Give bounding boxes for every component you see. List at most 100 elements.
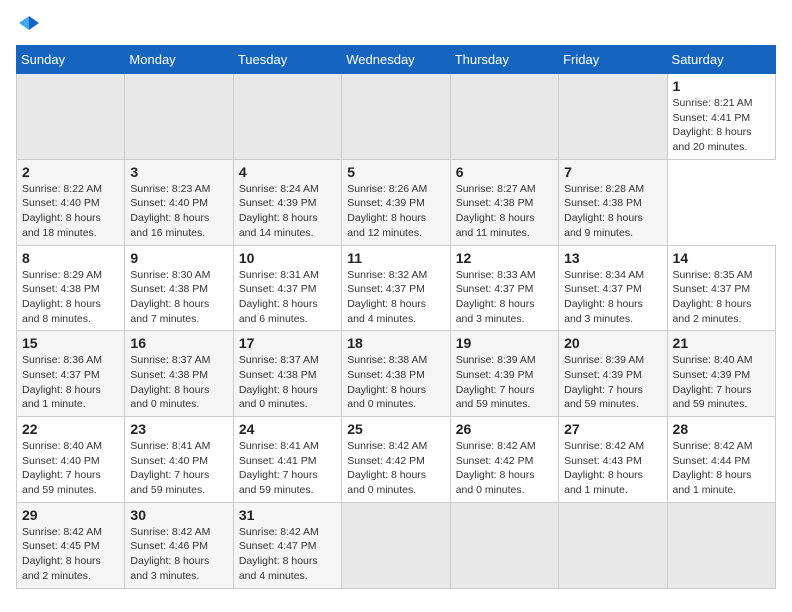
day-info: Sunrise: 8:38 AMSunset: 4:38 PMDaylight:… [347, 354, 427, 410]
day-info: Sunrise: 8:42 AMSunset: 4:46 PMDaylight:… [130, 526, 210, 582]
calendar-day: 6Sunrise: 8:27 AMSunset: 4:38 PMDaylight… [450, 159, 558, 245]
empty-cell [17, 74, 125, 160]
calendar-day: 17Sunrise: 8:37 AMSunset: 4:38 PMDayligh… [233, 331, 341, 417]
day-number: 23 [130, 421, 227, 437]
header-day-monday: Monday [125, 46, 233, 74]
logo-flag-icon [19, 16, 39, 35]
day-info: Sunrise: 8:28 AMSunset: 4:38 PMDaylight:… [564, 183, 644, 239]
day-info: Sunrise: 8:35 AMSunset: 4:37 PMDaylight:… [673, 269, 753, 325]
day-number: 25 [347, 421, 444, 437]
empty-cell [342, 74, 450, 160]
calendar-day: 9 Sunrise: 8:30 AMSunset: 4:38 PMDaylight… [125, 245, 233, 331]
day-info: Sunrise: 8:31 AMSunset: 4:37 PMDaylight:… [239, 269, 319, 325]
header-day-wednesday: Wednesday [342, 46, 450, 74]
calendar-day: 30 Sunrise: 8:42 AMSunset: 4:46 PMDayligh… [125, 502, 233, 588]
calendar-day: 3 Sunrise: 8:23 AMSunset: 4:40 PMDaylight… [125, 159, 233, 245]
empty-cell [233, 74, 341, 160]
day-number: 9 [130, 250, 227, 266]
day-number: 14 [673, 250, 770, 266]
day-info: Sunrise: 8:42 AMSunset: 4:43 PMDaylight:… [564, 440, 644, 496]
calendar-day: 18 Sunrise: 8:38 AMSunset: 4:38 PMDayligh… [342, 331, 450, 417]
day-number: 7 [564, 164, 661, 180]
day-number: 1 [673, 78, 770, 94]
calendar-day: 2Sunrise: 8:22 AMSunset: 4:40 PMDaylight… [17, 159, 125, 245]
calendar-day: 1 Sunrise: 8:21 AMSunset: 4:41 PMDaylight… [667, 74, 775, 160]
calendar-day: 16Sunrise: 8:37 AMSunset: 4:38 PMDayligh… [125, 331, 233, 417]
calendar-day: 24 Sunrise: 8:41 AMSunset: 4:41 PMDayligh… [233, 417, 341, 503]
empty-cell [450, 502, 558, 588]
calendar-day: 28 Sunrise: 8:42 AMSunset: 4:44 PMDayligh… [667, 417, 775, 503]
header-day-thursday: Thursday [450, 46, 558, 74]
day-info: Sunrise: 8:40 AMSunset: 4:39 PMDaylight:… [673, 354, 753, 410]
calendar-day: 4 Sunrise: 8:24 AMSunset: 4:39 PMDaylight… [233, 159, 341, 245]
empty-cell [342, 502, 450, 588]
header-day-tuesday: Tuesday [233, 46, 341, 74]
calendar-day: 19Sunrise: 8:39 AMSunset: 4:39 PMDayligh… [450, 331, 558, 417]
day-number: 22 [22, 421, 119, 437]
day-number: 8 [22, 250, 119, 266]
day-info: Sunrise: 8:42 AMSunset: 4:42 PMDaylight:… [347, 440, 427, 496]
day-info: Sunrise: 8:42 AMSunset: 4:47 PMDaylight:… [239, 526, 319, 582]
calendar-day: 23 Sunrise: 8:41 AMSunset: 4:40 PMDayligh… [125, 417, 233, 503]
calendar-week-row: 2Sunrise: 8:22 AMSunset: 4:40 PMDaylight… [17, 159, 776, 245]
day-number: 15 [22, 335, 119, 351]
calendar-day: 27 Sunrise: 8:42 AMSunset: 4:43 PMDayligh… [559, 417, 667, 503]
day-number: 26 [456, 421, 553, 437]
day-number: 24 [239, 421, 336, 437]
day-info: Sunrise: 8:37 AMSunset: 4:38 PMDaylight:… [239, 354, 319, 410]
day-number: 10 [239, 250, 336, 266]
day-info: Sunrise: 8:24 AMSunset: 4:39 PMDaylight:… [239, 183, 319, 239]
empty-cell [559, 74, 667, 160]
calendar-day: 13Sunrise: 8:34 AMSunset: 4:37 PMDayligh… [559, 245, 667, 331]
calendar-day: 20Sunrise: 8:39 AMSunset: 4:39 PMDayligh… [559, 331, 667, 417]
calendar-day: 14 Sunrise: 8:35 AMSunset: 4:37 PMDayligh… [667, 245, 775, 331]
empty-cell [125, 74, 233, 160]
day-info: Sunrise: 8:37 AMSunset: 4:38 PMDaylight:… [130, 354, 210, 410]
calendar-day: 8Sunrise: 8:29 AMSunset: 4:38 PMDaylight… [17, 245, 125, 331]
day-number: 2 [22, 164, 119, 180]
calendar-day: 29 Sunrise: 8:42 AMSunset: 4:45 PMDayligh… [17, 502, 125, 588]
header-day-sunday: Sunday [17, 46, 125, 74]
day-number: 21 [673, 335, 770, 351]
calendar-day: 15 Sunrise: 8:36 AMSunset: 4:37 PMDayligh… [17, 331, 125, 417]
calendar-day: 10 Sunrise: 8:31 AMSunset: 4:37 PMDayligh… [233, 245, 341, 331]
day-info: Sunrise: 8:41 AMSunset: 4:40 PMDaylight:… [130, 440, 210, 496]
empty-cell [559, 502, 667, 588]
day-info: Sunrise: 8:21 AMSunset: 4:41 PMDaylight:… [673, 97, 753, 153]
day-info: Sunrise: 8:42 AMSunset: 4:42 PMDaylight:… [456, 440, 536, 496]
calendar-week-row: 29 Sunrise: 8:42 AMSunset: 4:45 PMDayligh… [17, 502, 776, 588]
calendar-day: 5Sunrise: 8:26 AMSunset: 4:39 PMDaylight… [342, 159, 450, 245]
day-number: 27 [564, 421, 661, 437]
calendar-week-row: 15 Sunrise: 8:36 AMSunset: 4:37 PMDayligh… [17, 331, 776, 417]
day-number: 19 [456, 335, 553, 351]
calendar-week-row: 22Sunrise: 8:40 AMSunset: 4:40 PMDayligh… [17, 417, 776, 503]
day-info: Sunrise: 8:42 AMSunset: 4:45 PMDaylight:… [22, 526, 102, 582]
empty-cell [667, 502, 775, 588]
calendar-day: 26 Sunrise: 8:42 AMSunset: 4:42 PMDayligh… [450, 417, 558, 503]
day-info: Sunrise: 8:42 AMSunset: 4:44 PMDaylight:… [673, 440, 753, 496]
day-info: Sunrise: 8:32 AMSunset: 4:37 PMDaylight:… [347, 269, 427, 325]
day-info: Sunrise: 8:34 AMSunset: 4:37 PMDaylight:… [564, 269, 644, 325]
day-number: 18 [347, 335, 444, 351]
logo [16, 16, 42, 35]
day-info: Sunrise: 8:27 AMSunset: 4:38 PMDaylight:… [456, 183, 536, 239]
empty-cell [450, 74, 558, 160]
day-number: 20 [564, 335, 661, 351]
day-info: Sunrise: 8:36 AMSunset: 4:37 PMDaylight:… [22, 354, 102, 410]
day-number: 30 [130, 507, 227, 523]
calendar-table: SundayMondayTuesdayWednesdayThursdayFrid… [16, 45, 776, 589]
day-info: Sunrise: 8:33 AMSunset: 4:37 PMDaylight:… [456, 269, 536, 325]
day-info: Sunrise: 8:41 AMSunset: 4:41 PMDaylight:… [239, 440, 319, 496]
day-info: Sunrise: 8:26 AMSunset: 4:39 PMDaylight:… [347, 183, 427, 239]
day-number: 11 [347, 250, 444, 266]
day-number: 3 [130, 164, 227, 180]
day-info: Sunrise: 8:30 AMSunset: 4:38 PMDaylight:… [130, 269, 210, 325]
day-number: 4 [239, 164, 336, 180]
calendar-day: 22Sunrise: 8:40 AMSunset: 4:40 PMDayligh… [17, 417, 125, 503]
calendar-day: 7 Sunrise: 8:28 AMSunset: 4:38 PMDaylight… [559, 159, 667, 245]
day-number: 28 [673, 421, 770, 437]
day-info: Sunrise: 8:23 AMSunset: 4:40 PMDaylight:… [130, 183, 210, 239]
day-number: 29 [22, 507, 119, 523]
day-number: 31 [239, 507, 336, 523]
calendar-header-row: SundayMondayTuesdayWednesdayThursdayFrid… [17, 46, 776, 74]
